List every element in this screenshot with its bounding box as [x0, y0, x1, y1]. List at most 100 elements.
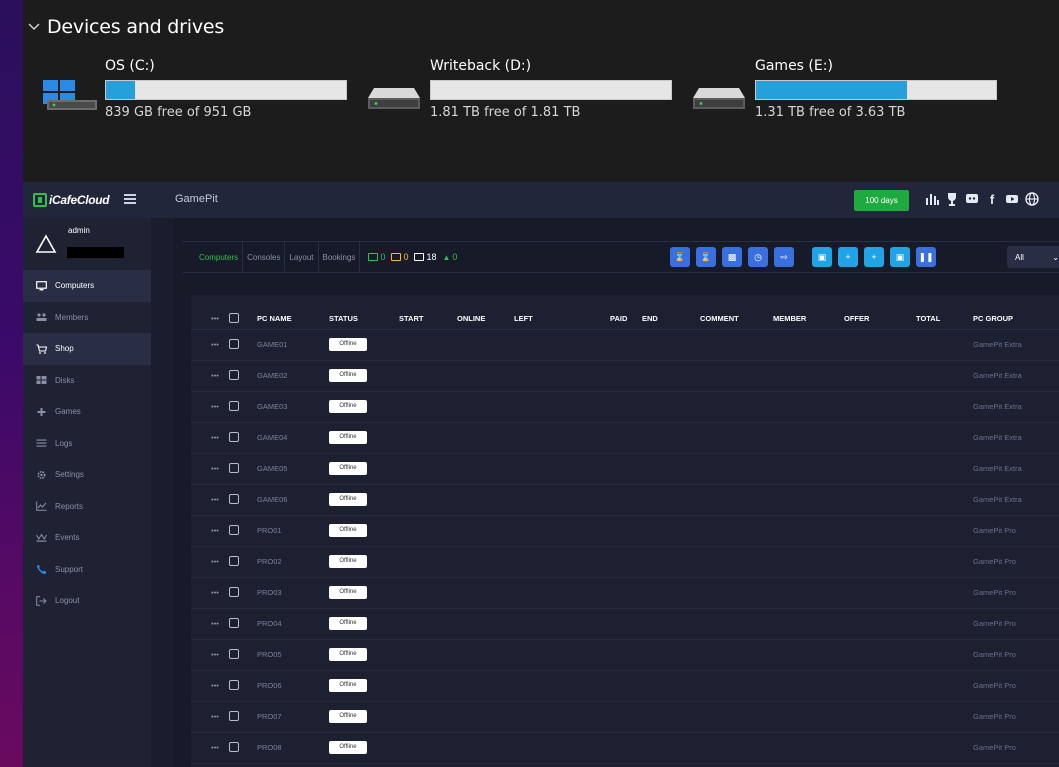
- row-options-icon[interactable]: •••: [191, 577, 229, 609]
- table-row[interactable]: ••• GAME02 Offline GamePit Extra: [191, 360, 1059, 392]
- tab-bookings[interactable]: Bookings: [319, 242, 361, 272]
- col-pc-group[interactable]: PC GROUP: [973, 295, 1059, 330]
- sidebar-item-reports[interactable]: Reports: [23, 491, 151, 523]
- row-checkbox[interactable]: [229, 670, 257, 702]
- col-start[interactable]: START: [399, 295, 457, 330]
- camera-button[interactable]: ▣: [812, 247, 832, 267]
- row-options-icon[interactable]: •••: [191, 422, 229, 454]
- col-pc-name[interactable]: PC NAME: [257, 295, 329, 330]
- row-options-icon[interactable]: •••: [191, 484, 229, 516]
- lock-button[interactable]: ▩: [722, 247, 742, 267]
- leaderboard-icon[interactable]: [925, 191, 939, 207]
- table-row[interactable]: ••• GAME04 Offline GamePit Extra: [191, 422, 1059, 454]
- table-row[interactable]: ••• PRO07 Offline GamePit Pro: [191, 701, 1059, 733]
- row-checkbox[interactable]: [229, 484, 257, 516]
- sidebar-item-computers[interactable]: Computers: [23, 270, 151, 302]
- row-checkbox[interactable]: [229, 453, 257, 485]
- table-row[interactable]: ••• GAME05 Offline GamePit Extra: [191, 453, 1059, 485]
- hourglass-outline-button[interactable]: ⌛: [696, 247, 716, 267]
- row-checkbox[interactable]: [229, 577, 257, 609]
- row-options-icon[interactable]: •••: [191, 701, 229, 733]
- tab-layout[interactable]: Layout: [285, 242, 319, 272]
- table-row[interactable]: ••• GAME03 Offline GamePit Extra: [191, 391, 1059, 423]
- row-options-icon[interactable]: •••: [191, 670, 229, 702]
- profile[interactable]: admin: [23, 218, 151, 270]
- select-all-checkbox[interactable]: [229, 295, 257, 330]
- alarm-button[interactable]: ◷: [748, 247, 768, 267]
- sidebar-item-logout[interactable]: Logout: [23, 585, 151, 617]
- globe-icon[interactable]: [1025, 191, 1039, 207]
- row-options-icon[interactable]: •••: [191, 515, 229, 547]
- table-row[interactable]: ••• PRO03 Offline GamePit Pro: [191, 577, 1059, 609]
- sidebar-item-shop[interactable]: Shop: [23, 333, 151, 365]
- sidebar-item-members[interactable]: Members: [23, 302, 151, 334]
- facebook-icon[interactable]: f: [985, 191, 999, 207]
- col-paid[interactable]: PAID: [610, 295, 642, 330]
- row-checkbox[interactable]: [229, 391, 257, 423]
- row-checkbox[interactable]: [229, 546, 257, 578]
- table-row[interactable]: ••• PRO05 Offline GamePit Pro: [191, 639, 1059, 671]
- sidebar-item-disks[interactable]: Disks: [23, 365, 151, 397]
- pc-name: GAME03: [257, 391, 329, 423]
- sidebar-item-support[interactable]: Support: [23, 554, 151, 586]
- row-checkbox[interactable]: [229, 639, 257, 671]
- pause-button[interactable]: ❚❚: [916, 247, 936, 267]
- row-checkbox[interactable]: [229, 422, 257, 454]
- subscription-days-badge[interactable]: 100 days: [854, 190, 909, 211]
- add-member-button[interactable]: +: [838, 247, 858, 267]
- hourglass-button[interactable]: ⌛: [670, 247, 690, 267]
- sidebar-item-settings[interactable]: Settings: [23, 459, 151, 491]
- row-options-icon[interactable]: •••: [191, 329, 229, 361]
- offer-cell: [844, 453, 916, 485]
- col-member[interactable]: MEMBER: [773, 295, 844, 330]
- sidebar-item-logs[interactable]: Logs: [23, 428, 151, 460]
- col-online[interactable]: ONLINE: [457, 295, 514, 330]
- col-end[interactable]: END: [642, 295, 700, 330]
- tab-computers[interactable]: Computers: [195, 242, 244, 272]
- table-row[interactable]: ••• PRO04 Offline GamePit Pro: [191, 608, 1059, 640]
- row-options-icon[interactable]: •••: [191, 360, 229, 392]
- table-row[interactable]: ••• GAME01 Offline GamePit Extra: [191, 329, 1059, 361]
- col-left[interactable]: LEFT: [514, 295, 610, 330]
- add-guest-button[interactable]: +: [864, 247, 884, 267]
- table-row[interactable]: ••• GAME06 Offline GamePit Extra: [191, 484, 1059, 516]
- row-checkbox[interactable]: [229, 360, 257, 392]
- col-total[interactable]: TOTAL: [916, 295, 973, 330]
- table-row[interactable]: ••• PRO06 Offline GamePit Pro: [191, 670, 1059, 702]
- table-row[interactable]: ••• PRO02 Offline GamePit Pro: [191, 546, 1059, 578]
- sidebar-item-games[interactable]: Games: [23, 396, 151, 428]
- brand[interactable]: iCafeCloud: [23, 182, 151, 218]
- col-status[interactable]: STATUS: [329, 295, 399, 330]
- trophy-icon[interactable]: [945, 191, 959, 207]
- row-checkbox[interactable]: [229, 329, 257, 361]
- row-options-icon[interactable]: •••: [191, 732, 229, 764]
- pc-group-filter[interactable]: All ⌄: [1007, 246, 1059, 268]
- drive-os-c[interactable]: OS (C:) 839 GB free of 951 GB: [41, 52, 361, 132]
- row-checkbox[interactable]: [229, 608, 257, 640]
- hamburger-menu-icon[interactable]: [124, 194, 136, 204]
- row-options-icon[interactable]: •••: [191, 453, 229, 485]
- section-header[interactable]: Devices and drives: [23, 12, 224, 42]
- discord-icon[interactable]: [965, 191, 979, 207]
- chevron-down-icon[interactable]: [25, 17, 43, 37]
- tab-consoles[interactable]: Consoles: [243, 242, 286, 272]
- drive-usage-bar: [105, 80, 347, 100]
- col-comment[interactable]: COMMENT: [700, 295, 773, 330]
- row-options-icon[interactable]: •••: [191, 608, 229, 640]
- row-checkbox[interactable]: [229, 515, 257, 547]
- row-options-icon[interactable]: •••: [191, 546, 229, 578]
- row-options-icon[interactable]: •••: [191, 639, 229, 671]
- row-options-icon[interactable]: •••: [191, 391, 229, 423]
- row-checkbox[interactable]: [229, 701, 257, 733]
- col-offer[interactable]: OFFER: [844, 295, 916, 330]
- row-checkbox[interactable]: [229, 732, 257, 764]
- sidebar-item-events[interactable]: Events: [23, 522, 151, 554]
- table-row[interactable]: ••• PRO08 Offline GamePit Pro: [191, 732, 1059, 764]
- exit-button[interactable]: ⇨: [774, 247, 794, 267]
- table-row[interactable]: ••• PRO01 Offline GamePit Pro: [191, 515, 1059, 547]
- more-options-icon[interactable]: •••: [191, 295, 229, 330]
- drive-writeback-d[interactable]: Writeback (D:) 1.81 TB free of 1.81 TB: [366, 52, 686, 132]
- drive-games-e[interactable]: Games (E:) 1.31 TB free of 3.63 TB: [691, 52, 1011, 132]
- youtube-icon[interactable]: [1005, 191, 1019, 207]
- screenshot-button[interactable]: ▣: [890, 247, 910, 267]
